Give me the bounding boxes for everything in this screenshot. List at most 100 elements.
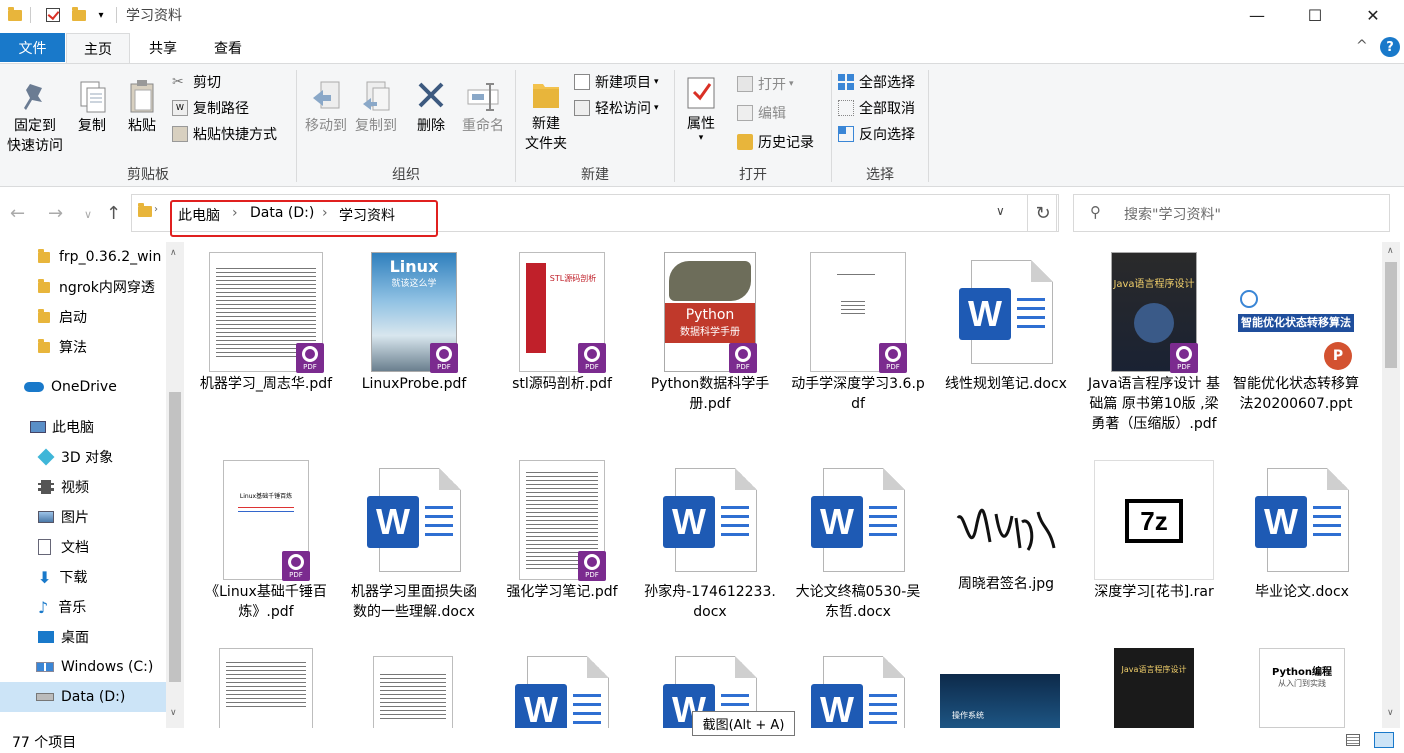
window-title: 学习资料 (126, 8, 182, 24)
file-item[interactable]: 7z 深度学习[花书].rar (1086, 460, 1222, 602)
file-item[interactable]: W (790, 656, 926, 728)
help-icon[interactable]: ? (1380, 37, 1400, 57)
tab-share[interactable]: 共享 (134, 33, 192, 63)
back-arrow-icon[interactable]: ← (10, 203, 25, 224)
content-scroll-thumb[interactable] (1385, 262, 1397, 368)
nav-scroll-thumb[interactable] (169, 392, 181, 682)
nav-item-windows-c[interactable]: Windows (C:) (0, 652, 166, 682)
dropdown-arrow-icon: ▾ (654, 77, 659, 87)
properties-check-icon[interactable] (44, 5, 62, 25)
organize-group: 移动到 复制到 删除 重命名 组织 (297, 64, 515, 188)
file-item[interactable]: PDF 强化学习笔记.pdf (494, 460, 630, 602)
file-item[interactable]: Java语言程序设计 PDF Java语言程序设计 基础篇 原书第10版 ,梁勇… (1086, 252, 1222, 434)
nav-item-onedrive[interactable]: OneDrive (0, 372, 166, 402)
scroll-down-icon[interactable]: ∨ (170, 708, 177, 718)
nav-item-documents[interactable]: 文档 (0, 532, 166, 562)
nav-item-startup[interactable]: 启动 (0, 302, 166, 332)
select-none-button[interactable]: 全部取消 (838, 96, 915, 120)
file-item[interactable]: PDF 机器学习_周志华.pdf (198, 252, 334, 394)
move-to-button[interactable]: 移动到 (301, 78, 351, 136)
file-item[interactable]: PDF 动手学深度学习3.6.pdf (790, 252, 926, 414)
file-item[interactable]: W 孙家舟-174612233.docx (642, 460, 778, 622)
copy-to-button[interactable]: 复制到 (351, 78, 401, 136)
refresh-icon[interactable]: ↻ (1027, 194, 1059, 232)
copy-button[interactable]: 复制 (70, 78, 114, 136)
scroll-down-icon[interactable]: ∨ (1387, 708, 1394, 718)
nav-scrollbar[interactable]: ∧ ∨ (166, 242, 184, 728)
nav-item-this-pc[interactable]: 此电脑 (0, 412, 166, 442)
invert-selection-button[interactable]: 反向选择 (838, 122, 915, 146)
properties-button[interactable]: 属性 ▾ (681, 74, 721, 143)
pin-quick-access-button[interactable]: 固定到 快速访问 (4, 78, 66, 156)
search-box[interactable]: ⚲ 搜索"学习资料" (1073, 194, 1390, 232)
scroll-up-icon[interactable]: ∧ (1387, 246, 1394, 256)
tab-home[interactable]: 主页 (66, 33, 130, 63)
new-folder-button[interactable]: 新建 文件夹 (518, 74, 574, 154)
new-folder-icon[interactable] (70, 5, 88, 25)
new-item-button[interactable]: 新建项目 ▾ (574, 70, 659, 94)
file-item[interactable]: 操作系统 (938, 674, 1062, 728)
file-item[interactable]: Python 数据科学手册 PDF Python数据科学手册.pdf (642, 252, 778, 414)
nav-item-data-d[interactable]: Data (D:) (0, 682, 166, 712)
file-item[interactable]: 智能优化状态转移算法 P 智能优化状态转移算法20200607.ppt (1228, 252, 1364, 414)
file-item[interactable]: Linux基础千锤百炼 PDF 《Linux基础千锤百炼》.pdf (198, 460, 334, 622)
pdf-thumbnail: Python编程 从入门到实践 (1259, 648, 1345, 728)
nav-item-ngrok[interactable]: ngrok内网穿透 (0, 272, 166, 302)
maximize-button[interactable]: ☐ (1286, 0, 1344, 30)
search-input[interactable]: 搜索"学习资料" (1124, 204, 1221, 224)
nav-item-desktop[interactable]: 桌面 (0, 622, 166, 652)
details-view-icon[interactable] (1346, 734, 1360, 746)
minimize-button[interactable]: — (1228, 0, 1286, 30)
file-item[interactable]: W 线性规划笔记.docx (938, 252, 1074, 394)
easy-access-icon (574, 100, 590, 116)
easy-access-button[interactable]: 轻松访问 ▾ (574, 96, 659, 120)
nav-item-videos[interactable]: 视频 (0, 472, 166, 502)
pdf-icon: PDF (578, 551, 606, 581)
pdf-thumbnail: STL源码剖析 PDF (519, 252, 606, 373)
history-button[interactable]: 历史记录 (737, 130, 814, 154)
nav-item-music[interactable]: ♪ 音乐 (0, 592, 166, 622)
file-item[interactable]: 周晓君签名.jpg (938, 460, 1074, 594)
nav-item-pictures[interactable]: 图片 (0, 502, 166, 532)
paste-shortcut-button[interactable]: 粘贴快捷方式 (172, 122, 277, 146)
up-arrow-icon[interactable]: ↑ (106, 203, 121, 224)
address-dropdown-icon[interactable]: ∨ (996, 204, 1005, 218)
open-button[interactable]: 打开 ▾ (737, 72, 794, 96)
close-button[interactable]: ✕ (1344, 0, 1402, 30)
nav-item-downloads[interactable]: ⬇ 下载 (0, 562, 166, 592)
rename-button[interactable]: 重命名 (457, 78, 509, 136)
breadcrumb-data-d[interactable]: Data (D:) (250, 205, 314, 221)
file-item[interactable]: W 大论文终稿0530-吴东哲.docx (790, 460, 926, 622)
nav-item-frp[interactable]: frp_0.36.2_win (0, 242, 166, 272)
file-item[interactable] (368, 656, 458, 728)
select-all-button[interactable]: 全部选择 (838, 70, 915, 94)
file-item[interactable]: W 机器学习里面损失函数的一些理解.docx (346, 460, 482, 622)
tab-file[interactable]: 文件 (0, 33, 65, 62)
scroll-up-icon[interactable]: ∧ (170, 248, 177, 258)
quick-access-dropdown-icon[interactable]: ▾ (92, 5, 110, 25)
recent-dropdown-icon[interactable]: ∨ (84, 208, 92, 221)
rename-label: 重命名 (462, 118, 504, 134)
breadcrumb-study-materials[interactable]: 学习资料 (339, 205, 395, 225)
tab-view[interactable]: 查看 (198, 33, 258, 63)
file-item[interactable]: W 毕业论文.docx (1234, 460, 1370, 602)
file-item[interactable]: STL源码剖析 PDF stl源码剖析.pdf (494, 252, 630, 394)
nav-item-3d-objects[interactable]: 3D 对象 (0, 442, 166, 472)
file-item[interactable] (218, 648, 314, 728)
edit-button[interactable]: 编辑 (737, 101, 786, 125)
file-item[interactable]: Linux 就该这么学 PDF LinuxProbe.pdf (346, 252, 482, 394)
breadcrumb-this-pc[interactable]: 此电脑 (178, 205, 220, 225)
forward-arrow-icon[interactable]: → (48, 203, 63, 224)
large-icons-view-icon[interactable] (1374, 732, 1394, 748)
file-item[interactable]: Java语言程序设计 (1086, 648, 1222, 728)
file-item[interactable]: W (494, 656, 630, 728)
copy-path-button[interactable]: W 复制路径 (172, 96, 249, 120)
chevron-right-icon[interactable]: › (232, 205, 238, 221)
collapse-ribbon-icon[interactable]: ^ (1356, 38, 1368, 54)
paste-button[interactable]: 粘贴 (120, 78, 164, 136)
cut-button[interactable]: ✂ 剪切 (172, 70, 221, 94)
nav-item-algorithms[interactable]: 算法 (0, 332, 166, 362)
delete-button[interactable]: 删除 (411, 78, 451, 136)
chevron-right-icon[interactable]: › (322, 205, 328, 221)
file-item[interactable]: Python编程 从入门到实践 (1234, 648, 1370, 728)
